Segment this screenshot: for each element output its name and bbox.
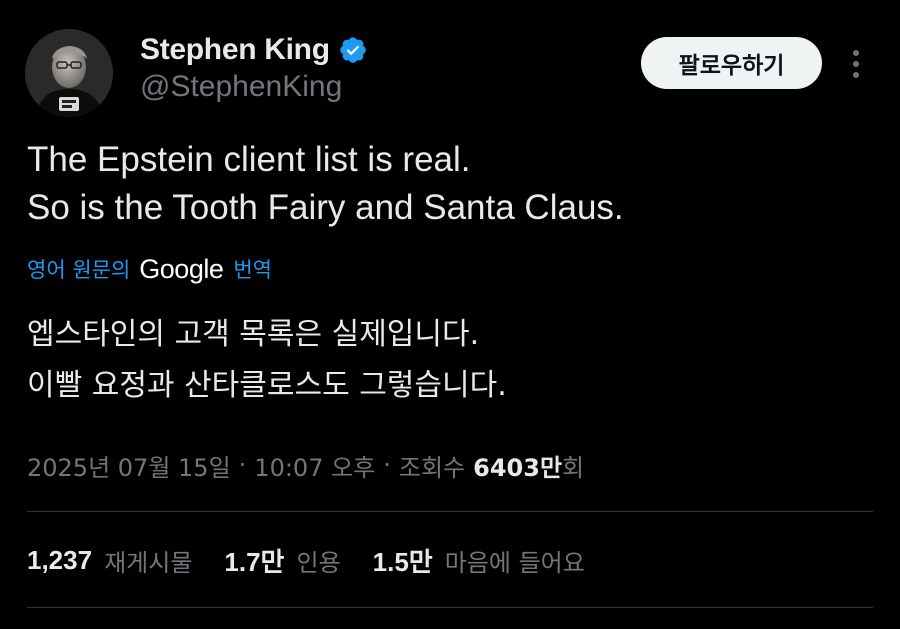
quotes-stat[interactable]: 1.7만 인용: [224, 542, 340, 579]
more-dot: [853, 50, 859, 56]
reposts-count: 1,237: [27, 544, 93, 575]
tweet-meta: 2025년 07월 15일 · 10:07 오후 · 조회수 6403만 회: [27, 445, 584, 485]
tweet-text-line: So is the Tooth Fairy and Santa Claus.: [27, 188, 624, 227]
meta-separator: ·: [238, 451, 247, 479]
more-dot: [853, 72, 859, 78]
reposts-label: 재게시물: [104, 548, 193, 577]
tweet-text: The Epstein client list is real. So is t…: [27, 136, 867, 232]
avatar-photo: [25, 29, 113, 117]
divider: [27, 607, 873, 608]
more-dot: [853, 61, 859, 67]
meta-separator: ·: [383, 451, 391, 479]
follow-button[interactable]: 팔로우하기: [641, 37, 822, 89]
more-vertical-icon[interactable]: [840, 44, 872, 84]
views-label: 조회수: [398, 453, 466, 482]
tweet-date[interactable]: 2025년 07월 15일: [27, 448, 231, 483]
views-count[interactable]: 6403만: [473, 448, 562, 483]
author-name[interactable]: Stephen King: [140, 33, 330, 67]
author-handle[interactable]: @StephenKing: [140, 70, 342, 104]
tweet-time[interactable]: 10:07 오후: [254, 448, 375, 483]
verified-badge-icon: [338, 35, 368, 65]
translated-text-line: 엡스타인의 고객 목록은 실제입니다.: [27, 317, 480, 352]
tweet-text-line: The Epstein client list is real.: [27, 140, 471, 179]
quotes-count: 1.7만: [224, 546, 285, 577]
translate-prefix[interactable]: 영어 원문의: [27, 254, 130, 284]
translate-link[interactable]: 영어 원문의 Google 번역: [27, 251, 272, 287]
quotes-label: 인용: [296, 548, 341, 577]
translate-suffix[interactable]: 번역: [233, 254, 272, 284]
google-logo: Google: [139, 253, 224, 284]
translated-text-line: 이빨 요정과 산타클로스도 그렇습니다.: [27, 368, 507, 403]
likes-stat[interactable]: 1.5만 마음에 들어요: [373, 542, 585, 579]
likes-count: 1.5만: [372, 546, 433, 577]
engagement-stats: 1,237 재게시물 1.7만 인용 1.5만 마음에 들어요: [27, 540, 617, 580]
divider: [27, 511, 873, 512]
author-name-row[interactable]: Stephen King: [140, 30, 368, 70]
author-avatar[interactable]: [25, 29, 113, 117]
likes-label: 마음에 들어요: [444, 548, 585, 577]
views-suffix: 회: [562, 453, 585, 482]
translated-text: 엡스타인의 고객 목록은 실제입니다. 이빨 요정과 산타클로스도 그렇습니다.: [27, 309, 867, 411]
reposts-stat[interactable]: 1,237 재게시물: [27, 543, 192, 578]
